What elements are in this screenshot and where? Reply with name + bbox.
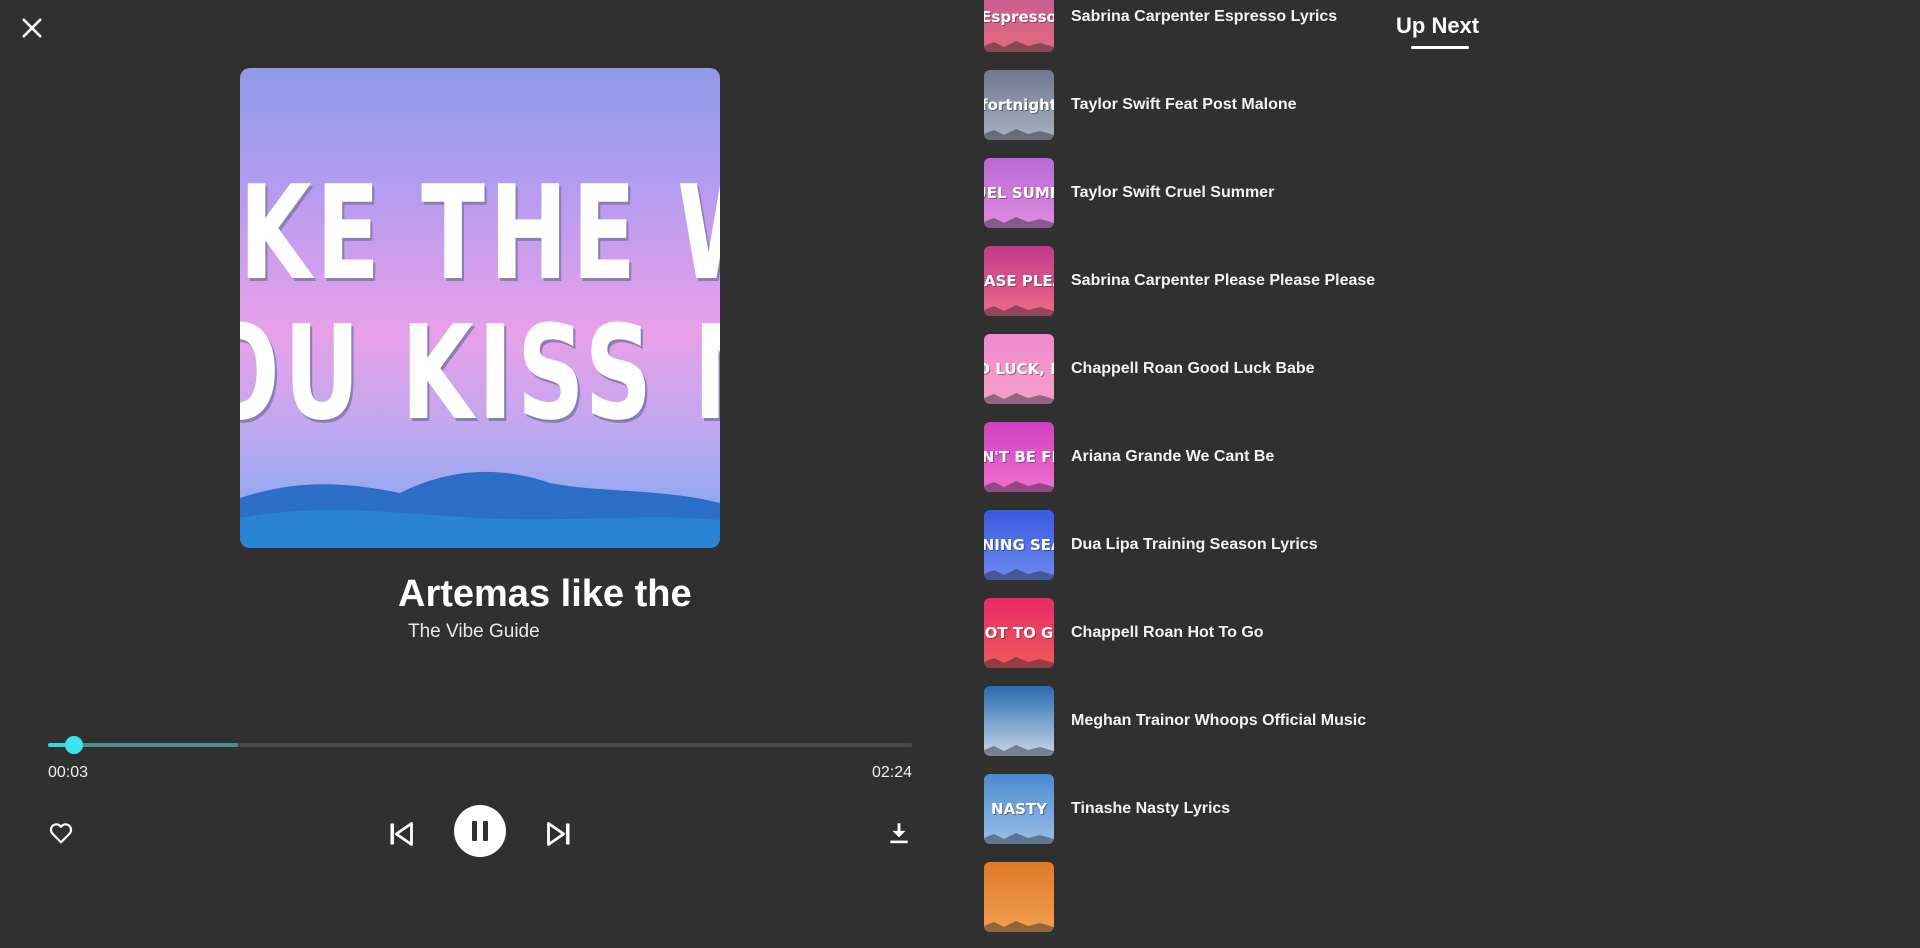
thumbnail-hills [984,481,1054,492]
skip-next-icon [547,822,570,846]
queue-item-thumbnail: CAN'T BE FRIE [984,422,1054,492]
queue-item-thumbnail-text: EASE PLEA [984,272,1054,290]
queue-item-thumbnail: RUEL SUMME [984,158,1054,228]
progress-thumb[interactable] [64,736,83,754]
queue-item-title: Sabrina Carpenter Espresso Lyrics [1071,8,1338,25]
thumbnail-hills [984,41,1054,52]
thumbnail-hills [984,921,1054,932]
thumbnail-hills [984,305,1054,316]
queue-item-thumbnail-text: CAN'T BE FRIE [984,448,1054,466]
queue-item-title: Tinashe Nasty Lyrics [1071,800,1231,817]
time-current: 00:03 [48,764,89,781]
heart-icon [49,823,73,844]
thumbnail-hills [984,833,1054,844]
thumbnail-hills [984,129,1054,140]
queue-item-title: Chappell Roan Hot To Go [1071,624,1264,641]
queue-item-title: Sabrina Carpenter Please Please Please [1071,272,1376,289]
queue-item-thumbnail-text: OT TO G [984,624,1054,642]
album-artwork: IKE THE W OU KISS M [240,68,720,548]
track-title: Artemas like the [398,573,692,615]
time-total: 02:24 [871,764,912,781]
queue-item-thumbnail-text: AINING SEAS [984,536,1054,554]
download-icon [890,823,908,844]
track-artist: The Vibe Guide [408,621,540,642]
queue-item-title: Dua Lipa Training Season Lyrics [1071,536,1318,553]
thumbnail-hills [984,745,1054,756]
thumbnail-hills [984,569,1054,580]
queue-item[interactable] [984,862,1684,932]
queue-item-thumbnail-text: Espresso [984,8,1054,26]
queue-item-title: Ariana Grande We Cant Be [1071,448,1275,465]
pause-icon [472,821,488,841]
queue-item-thumbnail-text: fortnight [984,96,1054,114]
queue-item[interactable]: Meghan Trainor Whoops Official Music [984,686,1684,756]
artwork-text: IKE THE W OU KISS M [240,157,720,449]
queue-item-thumbnail: NASTY [984,774,1054,844]
queue-item[interactable]: OD LUCK, BA Chappell Roan Good Luck Babe [984,334,1684,404]
queue-item-title: Meghan Trainor Whoops Official Music [1071,712,1367,729]
queue-item-thumbnail-text: OD LUCK, BA [984,360,1054,378]
queue-item-thumbnail: EASE PLEA [984,246,1054,316]
queue-item[interactable]: CAN'T BE FRIE Ariana Grande We Cant Be [984,422,1684,492]
close-icon [22,18,42,38]
thumbnail-hills [984,217,1054,228]
up-next-list: Espresso Sabrina Carpenter Espresso Lyric… [984,0,1684,948]
queue-item[interactable]: AINING SEAS Dua Lipa Training Season Lyri… [984,510,1684,580]
queue-item[interactable]: Espresso Sabrina Carpenter Espresso Lyric… [984,0,1684,52]
queue-item-thumbnail: OT TO G [984,598,1054,668]
queue-item-thumbnail-text: RUEL SUMME [984,184,1054,202]
queue-item[interactable]: fortnight Taylor Swift Feat Post Malone [984,70,1684,140]
queue-item-thumbnail-text: NASTY [990,800,1048,818]
queue-item[interactable]: RUEL SUMME Taylor Swift Cruel Summer [984,158,1684,228]
queue-item-title: Taylor Swift Cruel Summer [1071,184,1275,201]
queue-item-thumbnail: OD LUCK, BA [984,334,1054,404]
thumbnail-hills [984,393,1054,404]
like-button[interactable] [48,820,74,846]
close-button[interactable] [18,14,46,42]
progress-bar[interactable] [48,736,912,754]
queue-item-title: Taylor Swift Feat Post Malone [1071,96,1297,113]
artwork-hills [240,471,720,548]
queue-item[interactable]: EASE PLEA Sabrina Carpenter Please Please… [984,246,1684,316]
previous-button[interactable] [387,820,415,848]
pause-button[interactable] [454,805,506,857]
next-button[interactable] [545,820,573,848]
skip-previous-icon [390,822,413,846]
queue-item-thumbnail [984,862,1054,932]
queue-item-thumbnail: Espresso [984,0,1054,52]
queue-item-title: Chappell Roan Good Luck Babe [1071,360,1315,377]
queue-item[interactable]: OT TO G Chappell Roan Hot To Go [984,598,1684,668]
queue-item-thumbnail [984,686,1054,756]
thumbnail-hills [984,657,1054,668]
queue-item-thumbnail: fortnight [984,70,1054,140]
queue-item[interactable]: NASTY Tinashe Nasty Lyrics [984,774,1684,844]
queue-item-thumbnail: AINING SEAS [984,510,1054,580]
download-button[interactable] [886,820,912,846]
